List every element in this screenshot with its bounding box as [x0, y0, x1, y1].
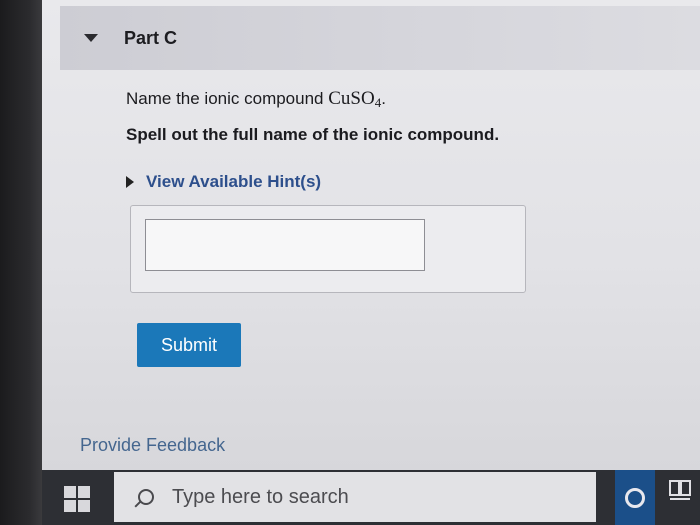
caret-right-icon [126, 176, 134, 188]
answer-panel [130, 205, 526, 293]
formula-main: CuSO [328, 88, 375, 109]
search-placeholder: Type here to search [172, 485, 349, 508]
question-instruction: Spell out the full name of the ionic com… [126, 125, 500, 144]
question-text: Name the ionic compound [126, 89, 329, 108]
question-prompt: Name the ionic compound CuSO4. [126, 88, 386, 111]
part-header[interactable]: Part C [60, 6, 700, 70]
formula-period: . [381, 89, 386, 108]
caret-down-icon[interactable] [84, 34, 98, 42]
submit-button[interactable]: Submit [137, 323, 241, 367]
screen-bezel [0, 0, 42, 525]
chemical-formula: CuSO4 [328, 88, 381, 110]
view-hints-toggle[interactable]: View Available Hint(s) [126, 172, 321, 192]
windows-taskbar: Type here to search [42, 470, 700, 525]
provide-feedback-link[interactable]: Provide Feedback [80, 435, 225, 456]
task-view-icon[interactable] [668, 478, 692, 502]
browser-viewport: Part C Name the ionic compound CuSO4. Sp… [42, 0, 700, 470]
search-icon [138, 489, 154, 505]
taskbar-search-box[interactable]: Type here to search [114, 472, 596, 522]
part-title: Part C [124, 27, 178, 48]
answer-input[interactable] [145, 219, 425, 271]
cortana-icon[interactable] [615, 470, 655, 525]
view-hints-label: View Available Hint(s) [146, 172, 322, 191]
windows-logo-icon[interactable] [64, 486, 90, 512]
